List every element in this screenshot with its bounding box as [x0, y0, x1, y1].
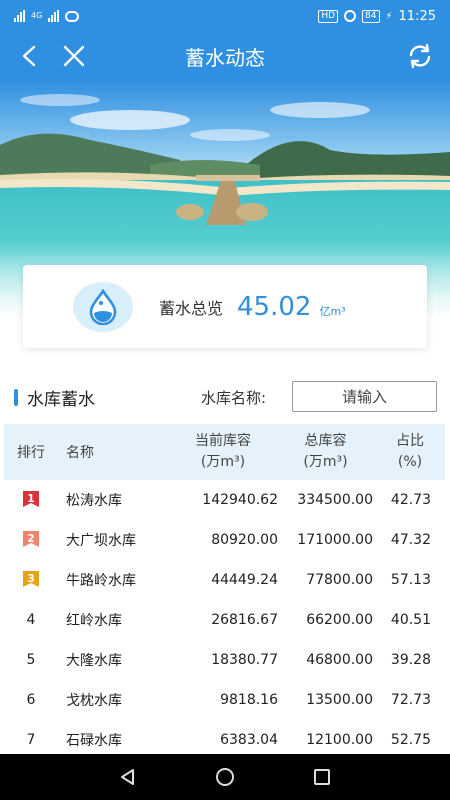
current-capacity: 44449.24 [211, 572, 278, 588]
header-current-capacity: 当前库容 (万m³) [168, 431, 278, 473]
section-title: 水库蓄水 [27, 389, 95, 410]
table-row[interactable]: 6 戈枕水库 9818.16 13500.00 72.73 [4, 680, 445, 720]
header-current-title: 当前库容 [195, 433, 251, 449]
page: 4G HD 84 ⚡ 11:25 蓄水动态 蓄水总览 45.02 亿m³ 水库蓄… [0, 0, 450, 800]
rank-number: 4 [26, 612, 36, 628]
chevron-left-icon [22, 45, 36, 67]
rank-2-medal-icon: 2 [21, 529, 41, 551]
rank-1-medal-icon: 1 [21, 489, 41, 511]
current-capacity: 18380.77 [211, 652, 278, 668]
percentage: 52.75 [390, 732, 431, 748]
rank-number: 5 [26, 652, 36, 668]
percentage: 57.13 [390, 572, 431, 588]
close-button[interactable] [56, 38, 92, 74]
alarm-icon [344, 10, 357, 22]
system-recents-button[interactable] [302, 757, 342, 797]
header-name: 名称 [66, 445, 94, 461]
reservoir-name: 松涛水库 [66, 493, 122, 509]
summary-label: 蓄水总览 [159, 298, 224, 318]
table-row[interactable]: 5 大隆水库 18380.77 46800.00 39.28 [4, 640, 445, 680]
clock: 11:25 [398, 8, 436, 24]
percentage: 72.73 [390, 692, 431, 708]
header-pct-title: 占比 [396, 433, 424, 449]
summary-unit: 亿m³ [319, 304, 346, 318]
status-bar: 4G HD 84 ⚡ 11:25 [0, 0, 450, 32]
table-row[interactable]: 2 大广坝水库 80920.00 171000.00 47.32 [4, 520, 445, 560]
message-icon [65, 10, 80, 22]
storage-summary-card: 蓄水总览 45.02 亿m³ [23, 265, 427, 348]
table-row[interactable]: 3 牛路岭水库 44449.24 77800.00 57.13 [4, 560, 445, 600]
header-total-title: 总库容 [304, 433, 347, 449]
reservoir-table: 排行 名称 当前库容 (万m³) 总库容 (万m³) 占比 (%) 1 松涛水库… [4, 424, 445, 760]
section-header: 水库蓄水 水库名称: [0, 378, 450, 416]
square-recents-icon [313, 769, 330, 785]
table-header: 排行 名称 当前库容 (万m³) 总库容 (万m³) 占比 (%) [4, 424, 445, 480]
network-type: 4G [31, 11, 43, 20]
water-drop-icon [73, 281, 133, 332]
reservoir-search-input[interactable] [292, 381, 437, 412]
total-capacity: 334500.00 [297, 492, 373, 508]
header-total-capacity: 总库容 (万m³) [278, 431, 373, 473]
charging-icon: ⚡ [385, 10, 393, 22]
total-capacity: 12100.00 [306, 732, 373, 748]
total-capacity: 46800.00 [306, 652, 373, 668]
search-label: 水库名称: [201, 388, 267, 407]
section-marker [14, 388, 18, 406]
current-capacity: 80920.00 [211, 532, 278, 548]
system-home-button[interactable] [205, 757, 245, 797]
header-percentage: 占比 (%) [373, 431, 437, 473]
percentage: 42.73 [390, 492, 431, 508]
reservoir-name: 石碌水库 [66, 733, 122, 749]
refresh-button[interactable] [402, 38, 438, 74]
header-current-unit: (万m³) [200, 454, 246, 470]
refresh-icon [409, 43, 431, 69]
total-capacity: 66200.00 [306, 612, 373, 628]
rank-number: 7 [26, 732, 36, 748]
reservoir-name: 戈枕水库 [66, 693, 122, 709]
reservoir-name: 牛路岭水库 [66, 573, 136, 589]
triangle-back-icon [121, 769, 135, 785]
current-capacity: 9818.16 [220, 692, 278, 708]
system-navigation-bar [0, 754, 450, 800]
header-pct-unit: (%) [397, 454, 423, 470]
total-capacity: 13500.00 [306, 692, 373, 708]
current-capacity: 6383.04 [220, 732, 278, 748]
header-rank: 排行 [17, 445, 45, 461]
reservoir-name: 大广坝水库 [66, 533, 136, 549]
rank-3-medal-icon: 3 [21, 569, 41, 591]
battery-indicator: 84 [362, 9, 380, 23]
reservoir-name: 红岭水库 [66, 613, 122, 629]
percentage: 40.51 [390, 612, 431, 628]
hd-badge: HD [318, 9, 339, 23]
header-total-unit: (万m³) [303, 454, 348, 470]
signal-icon-2 [48, 10, 60, 22]
back-button[interactable] [12, 38, 48, 74]
percentage: 39.28 [390, 652, 431, 668]
total-capacity: 171000.00 [297, 532, 373, 548]
signal-icon [14, 10, 25, 22]
nav-bar: 蓄水动态 [0, 32, 450, 80]
close-icon [63, 45, 85, 67]
system-back-button[interactable] [108, 757, 148, 797]
total-capacity: 77800.00 [306, 572, 373, 588]
percentage: 47.32 [390, 532, 431, 548]
table-row[interactable]: 1 松涛水库 142940.62 334500.00 42.73 [4, 480, 445, 520]
current-capacity: 26816.67 [211, 612, 278, 628]
reservoir-name: 大隆水库 [66, 653, 122, 669]
current-capacity: 142940.62 [202, 492, 278, 508]
circle-home-icon [215, 768, 234, 786]
summary-value: 45.02 [237, 291, 312, 322]
rank-number: 6 [26, 692, 36, 708]
table-row[interactable]: 4 红岭水库 26816.67 66200.00 40.51 [4, 600, 445, 640]
